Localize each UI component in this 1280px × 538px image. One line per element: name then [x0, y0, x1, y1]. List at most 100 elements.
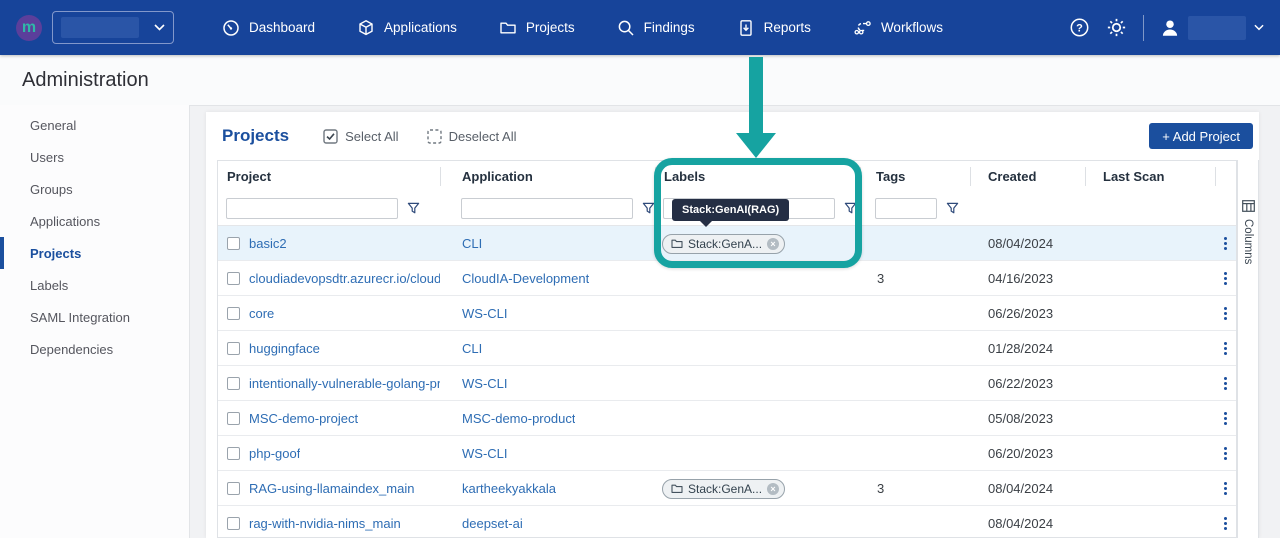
actions-cell — [1215, 436, 1236, 471]
mend-logo-icon: m — [16, 15, 42, 41]
column-header-created[interactable]: Created — [970, 161, 1085, 192]
label-remove-icon[interactable]: × — [767, 483, 779, 495]
deselect-all-button[interactable]: Deselect All — [427, 129, 517, 144]
sidebar-item-saml-integration[interactable]: SAML Integration — [0, 301, 189, 333]
application-link[interactable]: WS-CLI — [462, 376, 508, 391]
application-filter-input[interactable] — [461, 198, 633, 219]
application-link[interactable]: WS-CLI — [462, 446, 508, 461]
project-link[interactable]: basic2 — [249, 236, 287, 251]
row-checkbox[interactable] — [227, 517, 240, 530]
project-link[interactable]: MSC-demo-project — [249, 411, 358, 426]
application-link[interactable]: CLI — [462, 341, 482, 356]
row-checkbox[interactable] — [227, 272, 240, 285]
project-filter-input[interactable] — [226, 198, 398, 219]
add-project-button[interactable]: + Add Project — [1149, 123, 1253, 149]
project-link[interactable]: core — [249, 306, 274, 321]
label-remove-icon[interactable]: × — [767, 238, 779, 250]
application-link[interactable]: WS-CLI — [462, 306, 508, 321]
filter-funnel-icon[interactable] — [642, 202, 655, 215]
last-scan-cell — [1085, 471, 1215, 506]
sidebar-item-users[interactable]: Users — [0, 141, 189, 173]
nav-item-dashboard[interactable]: Dashboard — [222, 19, 315, 37]
row-actions-kebab-icon[interactable] — [1222, 515, 1229, 532]
column-header-tags[interactable]: Tags — [860, 161, 970, 192]
project-cell: MSC-demo-project — [218, 401, 440, 436]
row-actions-kebab-icon[interactable] — [1222, 480, 1229, 497]
project-link[interactable]: huggingface — [249, 341, 320, 356]
nav-item-workflows[interactable]: Workflows — [853, 19, 943, 37]
label-chip[interactable]: Stack:GenA...× — [662, 234, 785, 254]
filter-cell-project — [218, 198, 440, 219]
sidebar-item-groups[interactable]: Groups — [0, 173, 189, 205]
row-actions-kebab-icon[interactable] — [1222, 305, 1229, 322]
admin-header: Administration — [0, 55, 1280, 105]
user-menu[interactable] — [1160, 16, 1264, 40]
svg-text:?: ? — [1076, 22, 1083, 34]
nav-item-reports[interactable]: Reports — [737, 19, 811, 37]
tags-filter-input[interactable] — [875, 198, 937, 219]
filter-funnel-icon[interactable] — [407, 202, 420, 215]
column-header-last-scan[interactable]: Last Scan — [1085, 161, 1215, 192]
application-cell: kartheekyakkala — [440, 471, 655, 506]
last-scan-cell — [1085, 226, 1215, 261]
sidebar-item-applications[interactable]: Applications — [0, 205, 189, 237]
row-actions-kebab-icon[interactable] — [1222, 270, 1229, 287]
row-checkbox[interactable] — [227, 307, 240, 320]
settings-gear-icon[interactable] — [1106, 17, 1127, 38]
project-cell: huggingface — [218, 331, 440, 366]
select-all-button[interactable]: Select All — [323, 129, 398, 144]
select-all-label: Select All — [345, 129, 398, 144]
row-checkbox[interactable] — [227, 447, 240, 460]
label-chip[interactable]: Stack:GenA...× — [662, 479, 785, 499]
columns-panel-toggle[interactable]: Columns — [1237, 160, 1259, 538]
sidebar-item-labels[interactable]: Labels — [0, 269, 189, 301]
tags-cell — [860, 331, 970, 366]
row-checkbox[interactable] — [227, 412, 240, 425]
row-actions-kebab-icon[interactable] — [1222, 445, 1229, 462]
row-checkbox[interactable] — [227, 377, 240, 390]
nav-item-findings[interactable]: Findings — [617, 19, 695, 37]
row-checkbox[interactable] — [227, 482, 240, 495]
project-link[interactable]: intentionally-vulnerable-golang-proj — [249, 376, 440, 391]
filter-funnel-icon[interactable] — [946, 202, 959, 215]
nav-item-projects[interactable]: Projects — [499, 19, 575, 37]
column-header-labels[interactable]: Labels — [655, 161, 860, 192]
application-link[interactable]: CLI — [462, 236, 482, 251]
row-checkbox[interactable] — [227, 237, 240, 250]
column-header-project[interactable]: Project — [218, 161, 440, 192]
created-cell: 08/04/2024 — [970, 226, 1085, 261]
column-header-application[interactable]: Application — [440, 161, 655, 192]
created-cell: 08/04/2024 — [970, 471, 1085, 506]
last-scan-cell — [1085, 261, 1215, 296]
filter-funnel-icon[interactable] — [844, 202, 857, 215]
findings-search-icon — [617, 19, 635, 37]
sidebar-item-dependencies[interactable]: Dependencies — [0, 333, 189, 365]
projects-panel-header: Projects Select All Deselect All + Add P… — [206, 112, 1259, 160]
row-actions-kebab-icon[interactable] — [1222, 410, 1229, 427]
application-cell: MSC-demo-product — [440, 401, 655, 436]
project-link[interactable]: php-goof — [249, 446, 300, 461]
row-actions-kebab-icon[interactable] — [1222, 235, 1229, 252]
row-actions-kebab-icon[interactable] — [1222, 375, 1229, 392]
row-checkbox[interactable] — [227, 342, 240, 355]
application-link[interactable]: kartheekyakkala — [462, 481, 556, 496]
sidebar-item-general[interactable]: General — [0, 109, 189, 141]
project-link[interactable]: cloudiadevopsdtr.azurecr.io/cloudia/ — [249, 271, 440, 286]
table-header-row: Project Application Labels Tags Created … — [218, 161, 1236, 192]
project-cell: RAG-using-llamaindex_main — [218, 471, 440, 506]
created-cell: 04/16/2023 — [970, 261, 1085, 296]
user-name-redacted — [1188, 16, 1246, 40]
row-actions-kebab-icon[interactable] — [1222, 340, 1229, 357]
sidebar-item-projects[interactable]: Projects — [0, 237, 189, 269]
application-link[interactable]: deepset-ai — [462, 516, 523, 531]
annotation-arrow — [749, 57, 763, 134]
application-link[interactable]: MSC-demo-product — [462, 411, 575, 426]
help-icon[interactable]: ? — [1069, 17, 1090, 38]
nav-item-applications[interactable]: Applications — [357, 19, 457, 37]
project-link[interactable]: RAG-using-llamaindex_main — [249, 481, 414, 496]
project-link[interactable]: rag-with-nvidia-nims_main — [249, 516, 401, 531]
application-link[interactable]: CloudIA-Development — [462, 271, 589, 286]
project-cell: basic2 — [218, 226, 440, 261]
labels-cell — [655, 401, 860, 436]
org-selector-dropdown[interactable] — [52, 11, 174, 44]
